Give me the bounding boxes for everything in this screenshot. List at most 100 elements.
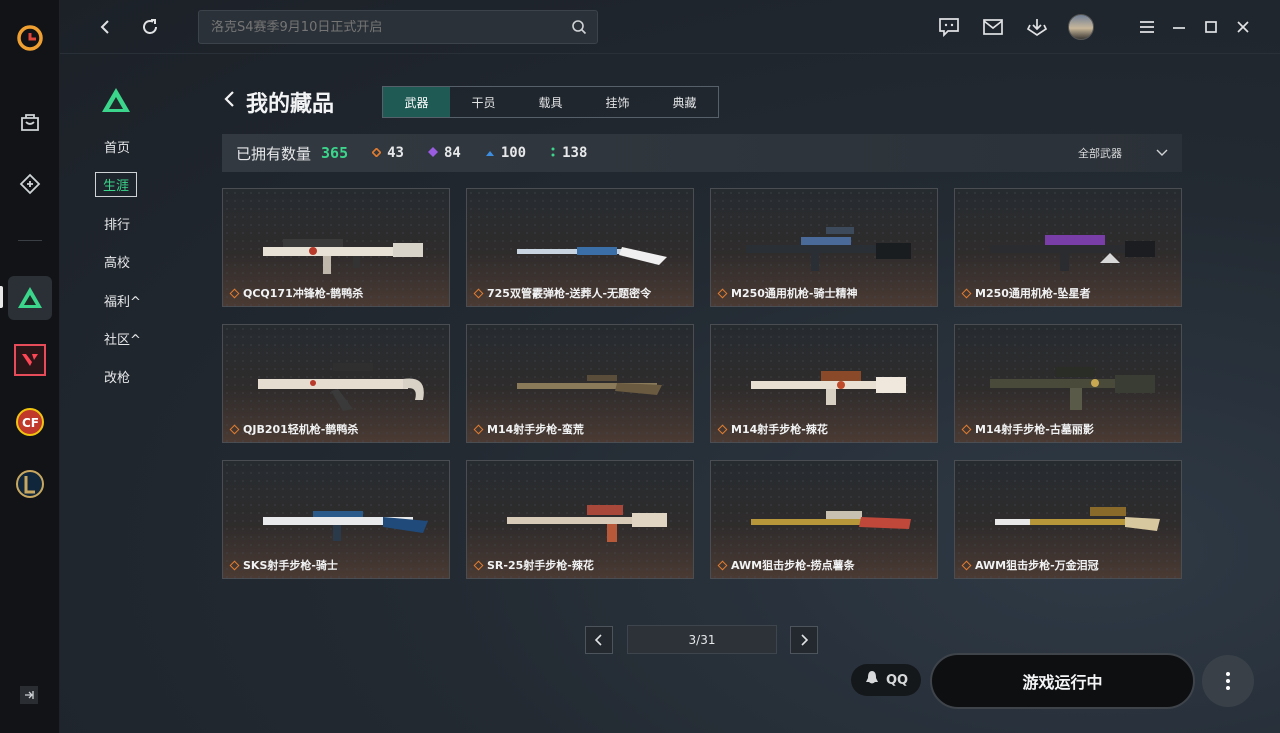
valorant-game-icon[interactable] (8, 338, 52, 382)
subnav-item-ranking[interactable]: 排行 (104, 214, 130, 233)
search-icon[interactable] (571, 19, 587, 39)
tab-vehicles[interactable]: 载具 (517, 87, 584, 117)
store-icon[interactable] (8, 100, 52, 144)
weapon-label: M14射手步枪-蛮荒 (473, 421, 584, 437)
tab-collection[interactable]: 典藏 (651, 87, 718, 117)
crossfire-game-icon[interactable]: CF (8, 400, 52, 444)
close-icon[interactable] (1230, 14, 1256, 40)
page-back-icon[interactable] (222, 89, 236, 115)
weapon-card[interactable]: SR-25射手步枪-辣花 (466, 460, 694, 579)
collection-tabs: 武器 干员 载具 挂饰 典藏 (382, 86, 719, 118)
qq-label: QQ (885, 672, 909, 688)
stats-bar: 已拥有数量 365 43 84 100 138 全部武器 (222, 134, 1182, 172)
stat-orange: 43 (371, 145, 404, 161)
weapon-grid: QCQ171冲锋枪-鹊鸭杀 725双管霰弹枪-送葬人-无题密令 M250通用机枪… (222, 188, 1182, 579)
stat-blue: 100 (485, 145, 526, 161)
game-running-button[interactable]: 游戏运行中 (930, 653, 1195, 709)
weapon-card[interactable]: AWM狙击步枪-捞点薯条 (710, 460, 938, 579)
more-vertical-icon (1226, 672, 1230, 690)
league-game-icon[interactable] (8, 462, 52, 506)
back-icon[interactable] (93, 14, 119, 40)
rarity-diamond-icon (473, 560, 484, 570)
tab-charms[interactable]: 挂饰 (584, 87, 651, 117)
rarity-diamond-icon (961, 560, 972, 570)
page-title-group: 我的藏品 (222, 86, 334, 118)
download-icon[interactable] (1024, 14, 1050, 40)
weapon-label: M14射手步枪-古墓丽影 (961, 421, 1094, 437)
more-options-button[interactable] (1202, 655, 1254, 707)
weapon-filter-dropdown[interactable]: 全部武器 (1078, 145, 1168, 161)
subnav-item-modify-gun[interactable]: 改枪 (104, 367, 130, 386)
rarity-diamond-icon (473, 424, 484, 434)
weapon-image (990, 235, 1155, 271)
weapon-image (507, 505, 667, 542)
weapon-image (751, 511, 911, 529)
weapon-label: QJB201轻机枪-鹊鸭杀 (229, 421, 359, 437)
refresh-icon[interactable] (137, 14, 163, 40)
stat-purple: 84 (427, 145, 461, 161)
weapon-image (751, 371, 906, 405)
search-box[interactable] (198, 10, 598, 44)
weapon-card[interactable]: M14射手步枪-蛮荒 (466, 324, 694, 443)
weapon-card[interactable]: AWM狙击步枪-万金泪冠 (954, 460, 1182, 579)
rarity-diamond-icon (229, 424, 240, 434)
weapon-card[interactable]: M250通用机枪-骑士精神 (710, 188, 938, 307)
stat-purple-value: 84 (443, 145, 461, 161)
rarity-diamond-icon (961, 288, 972, 298)
weapon-card[interactable]: M250通用机枪-坠星者 (954, 188, 1182, 307)
page-title: 我的藏品 (246, 92, 335, 117)
weapon-card[interactable]: SKS射手步枪-骑士 (222, 460, 450, 579)
weapon-card[interactable]: M14射手步枪-古墓丽影 (954, 324, 1182, 443)
weapon-label: AWM狙击步枪-万金泪冠 (961, 557, 1099, 573)
weapon-card[interactable]: QCQ171冲锋枪-鹊鸭杀 (222, 188, 450, 307)
avatar[interactable] (1068, 14, 1094, 40)
chevron-down-icon (1156, 147, 1168, 160)
owned-count-label: 已拥有数量 (236, 144, 312, 163)
tab-operators[interactable]: 干员 (450, 87, 517, 117)
menu-icon[interactable] (1134, 14, 1160, 40)
delta-force-game-icon[interactable] (8, 276, 52, 320)
weapon-image (995, 507, 1160, 531)
rarity-diamond-icon (229, 288, 240, 298)
weapon-image (517, 247, 667, 265)
weapon-label: M14射手步枪-辣花 (717, 421, 828, 437)
mail-icon[interactable] (980, 14, 1006, 40)
weapon-name: M14射手步枪-辣花 (731, 423, 828, 436)
subnav-item-college[interactable]: 高校 (104, 252, 130, 271)
weapon-name: QJB201轻机枪-鹊鸭杀 (243, 423, 359, 436)
app-logo-icon[interactable] (8, 16, 52, 60)
subnav-item-home[interactable]: 首页 (104, 137, 130, 156)
gamepad-icon[interactable] (8, 162, 52, 206)
weapon-card[interactable]: QJB201轻机枪-鹊鸭杀 (222, 324, 450, 443)
weapon-name: M250通用机枪-坠星者 (975, 287, 1091, 300)
qq-penguin-icon (864, 670, 880, 690)
weapon-name: QCQ171冲锋枪-鹊鸭杀 (243, 287, 364, 300)
qq-account-button[interactable]: QQ (851, 664, 921, 696)
tab-weapons[interactable]: 武器 (383, 87, 450, 117)
chat-icon[interactable] (936, 14, 962, 40)
weapon-card[interactable]: 725双管霰弹枪-送葬人-无题密令 (466, 188, 694, 307)
search-input[interactable] (211, 19, 561, 35)
delta-force-logo-icon (100, 86, 132, 118)
next-page-button[interactable] (790, 626, 818, 654)
weapon-card[interactable]: M14射手步枪-辣花 (710, 324, 938, 443)
weapon-image (263, 239, 423, 274)
subnav-item-career[interactable]: 生涯 (95, 172, 138, 197)
weapon-label: SKS射手步枪-骑士 (229, 557, 338, 573)
prev-page-button[interactable] (585, 626, 613, 654)
subnav-item-welfare[interactable]: 福利^ (104, 291, 141, 310)
orange-diamond-icon (371, 145, 382, 161)
weapon-image (263, 511, 428, 541)
minimize-icon[interactable] (1166, 14, 1192, 40)
collapse-sidebar-icon[interactable] (20, 686, 38, 704)
weapon-name: M14射手步枪-蛮荒 (487, 423, 584, 436)
maximize-icon[interactable] (1198, 14, 1224, 40)
weapon-label: SR-25射手步枪-辣花 (473, 557, 594, 573)
blue-chevron-icon (485, 145, 495, 161)
subnav-item-community[interactable]: 社区^ (104, 329, 141, 348)
rarity-diamond-icon (717, 424, 728, 434)
user-avatar[interactable] (1068, 14, 1094, 40)
weapon-label: QCQ171冲锋枪-鹊鸭杀 (229, 285, 364, 301)
weapon-name: 725双管霰弹枪-送葬人-无题密令 (487, 287, 652, 300)
weapon-label: AWM狙击步枪-捞点薯条 (717, 557, 855, 573)
